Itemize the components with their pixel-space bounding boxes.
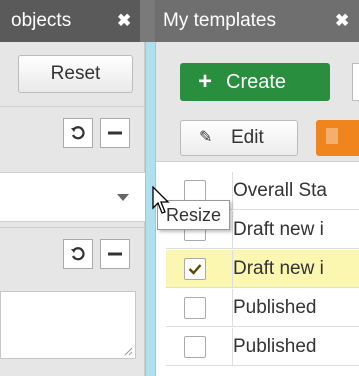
- resize-grip-icon[interactable]: [123, 346, 133, 356]
- left-panel: Reset: [0, 42, 145, 376]
- mouse-pointer-icon: [152, 186, 170, 214]
- undo-button[interactable]: [63, 118, 93, 148]
- edit-button-label: Edit: [231, 127, 264, 148]
- toolbar: + Create ✎ Edit: [156, 42, 359, 162]
- close-icon[interactable]: ✖: [335, 0, 349, 42]
- close-icon[interactable]: ✖: [117, 0, 131, 42]
- create-button[interactable]: + Create: [180, 63, 330, 101]
- collapse-button[interactable]: [100, 118, 130, 148]
- template-name: Draft new i: [233, 258, 324, 279]
- tab-bar: objects ✖ My templates ✖: [0, 0, 359, 42]
- plus-icon: +: [198, 68, 213, 95]
- checkmark-icon: [188, 264, 202, 275]
- chevron-down-icon[interactable]: [117, 194, 129, 201]
- table-row[interactable]: Published: [166, 328, 359, 366]
- divider: [0, 227, 145, 228]
- tab-my-templates-label: My templates: [163, 10, 276, 31]
- minus-icon: [108, 131, 122, 135]
- toolbar-button[interactable]: [352, 63, 359, 101]
- pencil-icon: ✎: [199, 129, 213, 146]
- template-name: Draft new i: [233, 219, 324, 240]
- tab-objects-label: objects: [11, 10, 72, 31]
- text-area[interactable]: [0, 291, 136, 359]
- row-checkbox[interactable]: [184, 336, 206, 358]
- template-name: Published: [233, 297, 317, 318]
- table-row[interactable]: Published: [166, 289, 359, 327]
- undo-icon: [71, 126, 85, 140]
- trash-icon: [326, 128, 338, 144]
- tab-my-templates[interactable]: My templates ✖: [155, 0, 359, 42]
- row-checkbox[interactable]: [184, 258, 206, 280]
- minus-icon: [108, 252, 122, 256]
- edit-button[interactable]: ✎ Edit: [180, 120, 298, 156]
- table-row[interactable]: Draft new i: [166, 250, 359, 288]
- template-name: Published: [233, 336, 317, 357]
- collapse-button[interactable]: [100, 239, 130, 269]
- tab-objects[interactable]: objects ✖: [0, 0, 140, 42]
- delete-button[interactable]: [316, 120, 359, 156]
- row-checkbox[interactable]: [184, 180, 206, 202]
- divider: [0, 106, 145, 107]
- template-name: Overall Sta: [233, 180, 327, 201]
- undo-icon: [71, 247, 85, 261]
- row-checkbox[interactable]: [184, 297, 206, 319]
- undo-button[interactable]: [63, 239, 93, 269]
- reset-button[interactable]: Reset: [18, 55, 133, 93]
- create-button-label: Create: [226, 71, 287, 93]
